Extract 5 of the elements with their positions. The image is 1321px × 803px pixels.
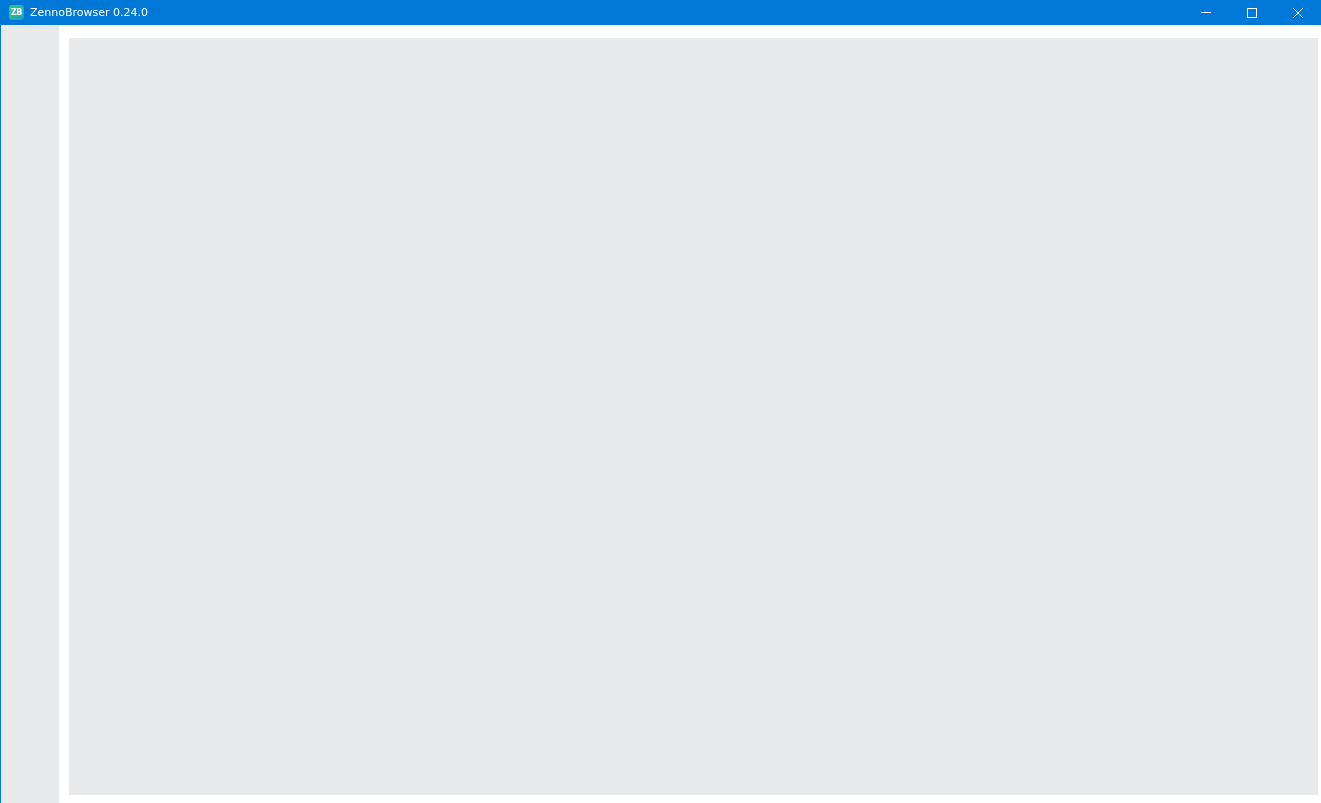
window-title: ZennoBrowser 0.24.0	[30, 6, 149, 19]
app-logo: ZB	[9, 5, 24, 20]
maximize-icon	[1246, 6, 1258, 19]
minimize-icon	[1201, 12, 1211, 13]
close-icon	[1292, 6, 1304, 19]
